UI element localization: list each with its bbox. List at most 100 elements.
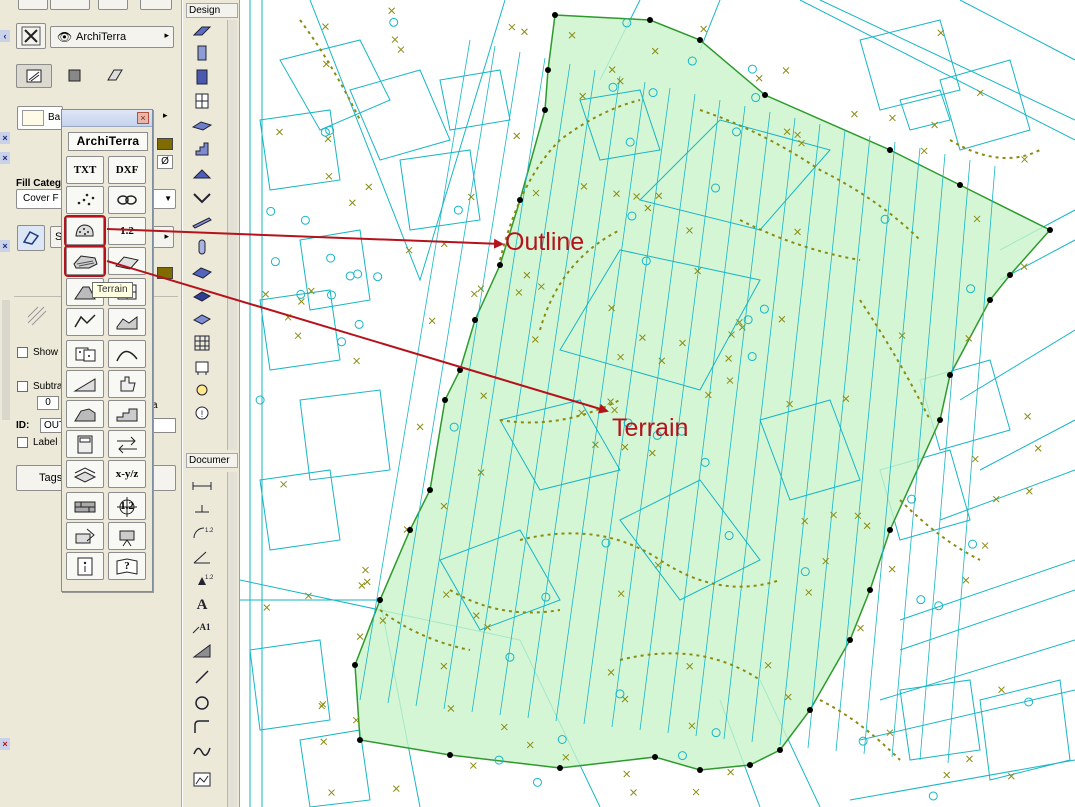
close-icon[interactable]: × [137, 112, 149, 124]
fill-category-value: Cover F [23, 193, 59, 204]
outline-vertex-5 [957, 182, 963, 188]
material-swatch-button[interactable]: Ba [17, 106, 63, 130]
beam-icon[interactable] [191, 214, 213, 232]
palette-titlebar[interactable]: × [62, 110, 152, 127]
column-icon[interactable] [191, 44, 213, 62]
import-dxf-tool[interactable]: DXF [108, 156, 146, 184]
figure-icon[interactable] [191, 770, 213, 788]
export-tool[interactable] [66, 522, 104, 550]
tree-symbol-45 [373, 272, 383, 282]
elevation-tool[interactable]: 1.2 [108, 217, 146, 245]
top-tool-button-1[interactable] [18, 0, 48, 10]
spline-icon[interactable] [191, 742, 213, 760]
archi-toggle-button[interactable] [16, 23, 46, 49]
subtract-checkbox[interactable] [17, 381, 28, 392]
column-round-icon[interactable] [191, 238, 213, 256]
terrain-callout: Terrain [612, 414, 689, 442]
hand-tool[interactable] [108, 370, 146, 398]
document-header[interactable]: Documer [186, 453, 238, 468]
terrain-edit-tool[interactable] [108, 247, 146, 275]
section-tool[interactable] [108, 308, 146, 336]
subtract-label: Subtra [33, 381, 63, 392]
zero-field[interactable]: 0 [37, 396, 59, 410]
map-tool[interactable] [66, 308, 104, 336]
plan-line-17 [879, 639, 1075, 701]
angle-field[interactable]: Ø [157, 155, 173, 169]
link-tool[interactable] [108, 186, 146, 214]
stair-icon[interactable] [191, 140, 213, 158]
shell-icon[interactable] [191, 190, 213, 208]
color-swatch [157, 267, 173, 279]
top-tool-button-2[interactable] [50, 0, 90, 10]
plan-line-28 [299, 389, 391, 481]
archicad-window: ‹ 👁 ArchiTerra ▸ × × × Ba ▸ Ø Fill Categ [0, 0, 1075, 807]
calculator-tool[interactable] [66, 430, 104, 458]
layers-tool[interactable] [66, 460, 104, 488]
import-txt-tool[interactable]: TXT [66, 156, 104, 184]
floor-plan-canvas[interactable] [240, 0, 1075, 807]
points-tool[interactable] [66, 186, 104, 214]
target-tool[interactable]: 1.2 [108, 492, 146, 520]
ramp-tool[interactable] [66, 400, 104, 428]
roof-icon[interactable] [191, 166, 213, 184]
window-icon[interactable] [191, 92, 213, 110]
export-icon [75, 528, 95, 544]
fill-icon[interactable] [191, 642, 213, 660]
text-icon[interactable]: A [191, 594, 213, 612]
fill-pattern-button-1[interactable] [16, 64, 52, 88]
steps-icon [116, 408, 138, 422]
transfer-tool[interactable] [108, 430, 146, 458]
spot-point-129 [325, 172, 333, 180]
polygon-method-button[interactable] [17, 225, 45, 251]
dimension-icon[interactable] [191, 476, 213, 494]
level-dim-icon[interactable] [191, 500, 213, 518]
outline-tool[interactable] [64, 215, 106, 247]
line-icon[interactable] [191, 668, 213, 686]
spot-point-96 [298, 298, 305, 305]
spot-point-134 [992, 495, 1000, 503]
help-tool[interactable]: ? [108, 552, 146, 580]
label-icon[interactable]: A1 [191, 618, 213, 636]
outline-vertex-26 [442, 397, 448, 403]
design-scrollbar[interactable] [227, 20, 237, 450]
figure-icon-glyph [193, 772, 211, 787]
slope-tool[interactable] [66, 370, 104, 398]
design-header[interactable]: Design [186, 3, 238, 18]
xyz-tool[interactable]: x-y/z [108, 460, 146, 488]
terrain-tool[interactable] [64, 245, 106, 277]
steps-tool[interactable] [108, 400, 146, 428]
angle-dim-icon[interactable] [191, 548, 213, 566]
spot-point-102 [1024, 413, 1031, 420]
top-tool-button-3[interactable] [98, 0, 128, 10]
dice-tool[interactable] [66, 340, 104, 368]
door-icon[interactable] [191, 68, 213, 86]
wall-tool[interactable] [66, 492, 104, 520]
document-scrollbar[interactable] [227, 472, 237, 807]
curtain-wall-icon[interactable] [191, 334, 213, 352]
elevation-marker-icon[interactable]: 1.2 [191, 572, 213, 590]
top-tool-button-4[interactable] [140, 0, 172, 10]
info-tool[interactable] [66, 552, 104, 580]
circle-icon[interactable] [191, 694, 213, 712]
info-icon[interactable]: ! [191, 404, 213, 422]
label-label: Label [33, 437, 58, 448]
archi-dropdown[interactable]: 👁 ArchiTerra ▸ [50, 26, 174, 48]
zone-icon[interactable] [191, 286, 213, 304]
curve-tool[interactable] [108, 340, 146, 368]
mesh-icon[interactable] [191, 262, 213, 280]
plan-line-37 [979, 679, 1071, 781]
slab-icon[interactable] [191, 116, 213, 134]
lamp-icon[interactable] [191, 382, 213, 400]
object-icon[interactable] [191, 358, 213, 376]
wall-icon[interactable] [191, 22, 213, 40]
polyline-icon[interactable] [191, 718, 213, 736]
camera-tool[interactable] [108, 522, 146, 550]
morph-icon[interactable] [191, 310, 213, 328]
outline-vertex-9 [947, 372, 953, 378]
radial-dim-icon[interactable]: 1.2 [191, 524, 213, 542]
label-checkbox[interactable] [17, 437, 28, 448]
info-icon-glyph: ! [195, 406, 209, 420]
id-field-right[interactable] [152, 418, 176, 433]
scrollbar[interactable] [2, 300, 10, 420]
show-checkbox[interactable] [17, 347, 28, 358]
